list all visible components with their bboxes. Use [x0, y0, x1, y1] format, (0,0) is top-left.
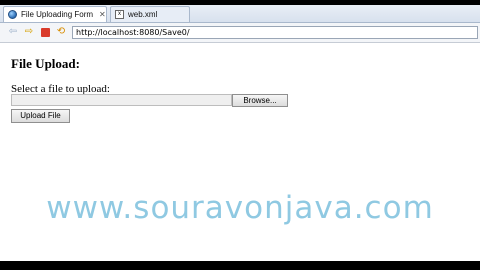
- tab-web-xml[interactable]: x web.xml: [110, 6, 190, 22]
- bottom-letterbox: [0, 261, 480, 270]
- address-bar[interactable]: http://localhost:8080/Save0/: [72, 26, 478, 39]
- forward-icon[interactable]: ⇨: [24, 27, 34, 37]
- tab-file-uploading-form[interactable]: File Uploading Form ✕: [3, 6, 107, 22]
- page-title: File Upload:: [11, 56, 80, 71]
- file-path-field[interactable]: [11, 94, 232, 106]
- back-icon[interactable]: ⇦: [8, 27, 18, 37]
- stop-icon[interactable]: [41, 28, 50, 37]
- tab-label: File Uploading Form: [21, 10, 94, 19]
- tab-strip: File Uploading Form ✕ x web.xml: [0, 5, 480, 23]
- page-content: File Upload: Select a file to upload: Br…: [0, 43, 480, 261]
- close-tab-icon[interactable]: ✕: [99, 10, 106, 19]
- navigation-toolbar: ⇦ ⇨ ⟲ http://localhost:8080/Save0/: [0, 23, 480, 43]
- browse-button[interactable]: Browse...: [232, 94, 288, 107]
- tab-label: web.xml: [128, 10, 158, 19]
- refresh-icon[interactable]: ⟲: [56, 27, 66, 37]
- upload-file-button[interactable]: Upload File: [11, 109, 70, 123]
- watermark-text: www.souravonjava.com: [46, 190, 434, 226]
- xml-file-icon: x: [115, 10, 124, 19]
- browser-window: File Uploading Form ✕ x web.xml ⇦ ⇨ ⟲ ht…: [0, 0, 480, 270]
- globe-icon: [8, 10, 17, 19]
